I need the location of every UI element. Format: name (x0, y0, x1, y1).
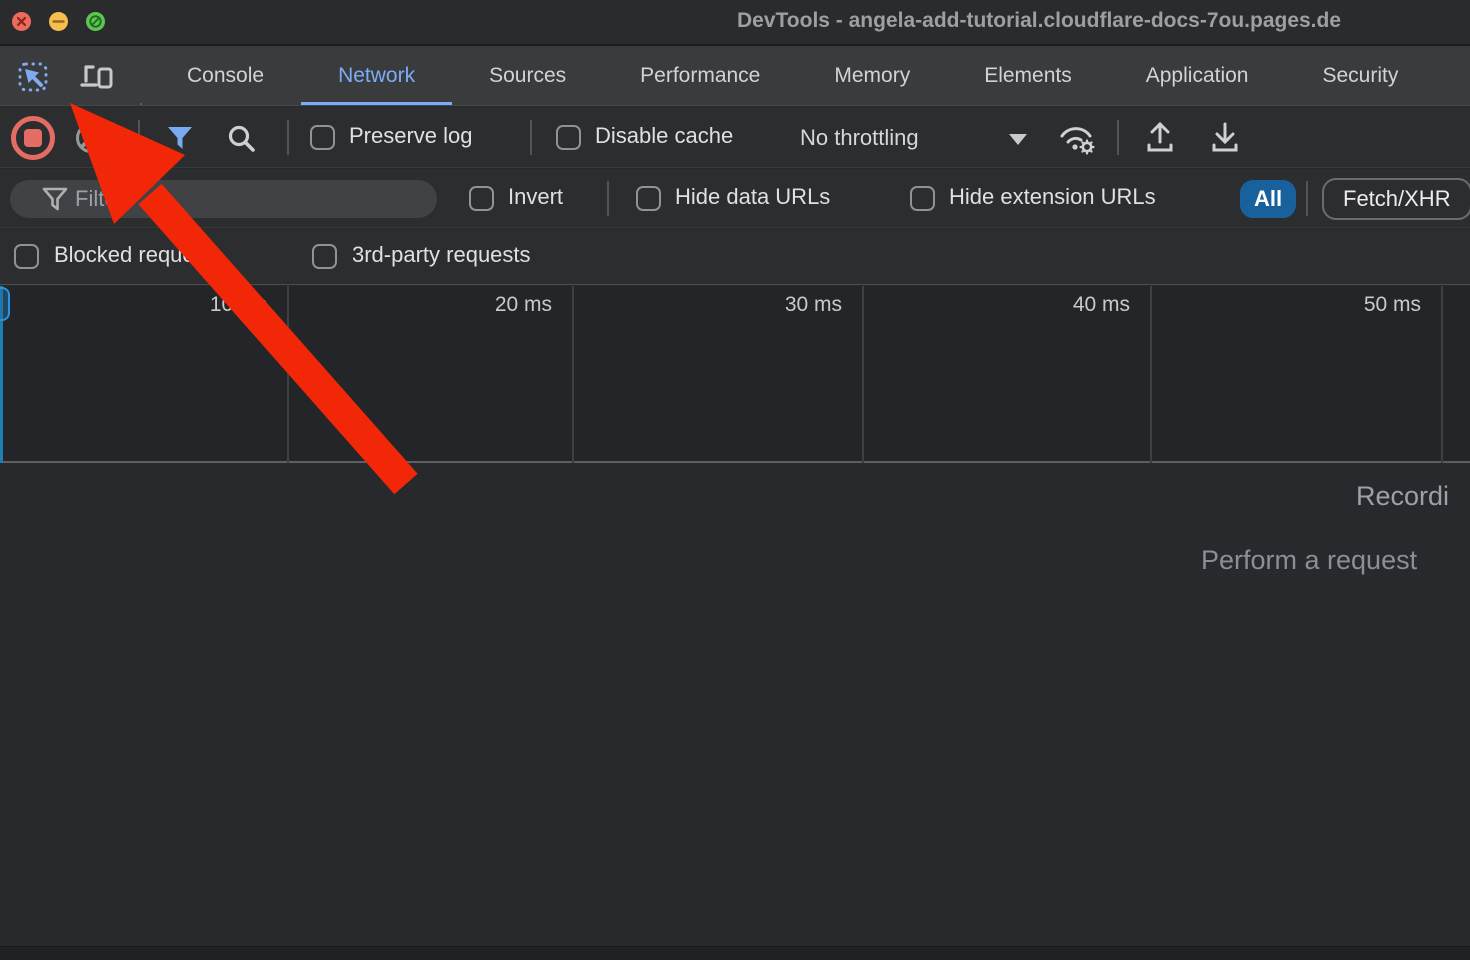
third-party-requests-checkbox[interactable] (312, 244, 337, 269)
network-filter-row: Invert Hide data URLs Hide extension URL… (0, 169, 1470, 228)
hide-extension-urls-checkbox[interactable] (910, 186, 935, 211)
devtools-tabbar: Console Network Sources Performance Memo… (0, 44, 1470, 106)
filter-separator (1306, 181, 1308, 216)
hide-extension-urls-label: Hide extension URLs (949, 184, 1156, 210)
export-har-button[interactable] (1208, 120, 1242, 161)
request-type-filter-all[interactable]: All (1240, 180, 1296, 218)
filter-toggle-button[interactable] (166, 125, 194, 156)
ruler-divider (1441, 286, 1443, 463)
window-title: DevTools - angela-add-tutorial.cloudflar… (737, 9, 1341, 33)
panel-tabs: Console Network Sources Performance Memo… (150, 46, 1435, 105)
minimize-window-button[interactable] (49, 12, 68, 31)
zoom-window-button[interactable] (86, 12, 105, 31)
recording-status-text: Recordi (1356, 481, 1449, 512)
disable-cache-checkbox[interactable] (556, 125, 581, 150)
tab-performance[interactable]: Performance (603, 46, 797, 105)
toolbar-separator (1117, 120, 1119, 155)
toolbar-separator (530, 120, 532, 155)
record-stop-icon (24, 129, 42, 147)
request-table-empty-area: Recordi Perform a request (0, 465, 1470, 946)
invert-filter-label: Invert (508, 184, 563, 210)
third-party-requests-label: 3rd-party requests (352, 242, 531, 268)
download-icon (1208, 120, 1242, 156)
ruler-divider (862, 286, 864, 463)
ruler-tick-label: 10 ms (157, 293, 267, 317)
overview-scrubber-handle[interactable] (0, 287, 10, 321)
inspect-cursor-icon (16, 60, 50, 94)
device-toolbar-button[interactable] (79, 61, 113, 95)
close-icon (12, 12, 31, 31)
tab-console[interactable]: Console (150, 46, 301, 105)
window-bottom-edge (0, 946, 1470, 960)
tab-elements[interactable]: Elements (947, 46, 1109, 105)
clear-network-log-button[interactable] (76, 123, 106, 153)
empty-state-hint-text: Perform a request (1201, 545, 1417, 576)
chevron-down-icon[interactable] (1009, 134, 1027, 145)
filter-separator (607, 181, 609, 216)
toolbar-separator (287, 120, 289, 155)
blocked-requests-label: Blocked requests (54, 242, 223, 268)
hide-data-urls-checkbox[interactable] (636, 186, 661, 211)
close-window-button[interactable] (12, 12, 31, 31)
network-conditions-button[interactable] (1058, 122, 1098, 161)
import-har-button[interactable] (1143, 120, 1177, 161)
funnel-filter-icon (166, 125, 194, 151)
funnel-outline-icon (42, 187, 68, 211)
preserve-log-checkbox[interactable] (310, 125, 335, 150)
preserve-log-label: Preserve log (349, 123, 473, 149)
invert-filter-checkbox[interactable] (469, 186, 494, 211)
ruler-tick-label: 20 ms (442, 293, 552, 317)
tab-security[interactable]: Security (1285, 46, 1435, 105)
more-filters-row: Blocked requests 3rd-party requests (0, 229, 1470, 285)
filter-input[interactable] (75, 182, 415, 216)
minimize-icon (49, 12, 68, 31)
tab-memory[interactable]: Memory (797, 46, 947, 105)
wifi-gear-icon (1058, 122, 1098, 156)
filter-input-container (10, 180, 437, 218)
ruler-tick-label: 30 ms (732, 293, 842, 317)
fullscreen-icon (86, 12, 105, 31)
network-overview-ruler: 10 ms 20 ms 30 ms 40 ms 50 ms (0, 286, 1470, 463)
ruler-divider (572, 286, 574, 463)
ruler-tick-label: 50 ms (1311, 293, 1421, 317)
throttling-dropdown[interactable]: No throttling (800, 107, 919, 168)
search-button[interactable] (226, 123, 258, 160)
ruler-divider (1150, 286, 1152, 463)
inspect-element-button[interactable] (16, 60, 50, 94)
blocked-requests-checkbox[interactable] (14, 244, 39, 269)
hide-data-urls-label: Hide data URLs (675, 184, 830, 210)
upload-icon (1143, 120, 1177, 156)
tab-network[interactable]: Network (301, 46, 452, 105)
tab-sources[interactable]: Sources (452, 46, 603, 105)
toolbar-separator (138, 120, 140, 155)
tab-application[interactable]: Application (1109, 46, 1286, 105)
titlebar: DevTools - angela-add-tutorial.cloudflar… (0, 0, 1470, 44)
disable-cache-label: Disable cache (595, 123, 733, 149)
tabbar-separator (140, 103, 142, 106)
search-icon (226, 123, 258, 155)
device-toolbar-icon (79, 61, 115, 93)
ruler-divider (287, 286, 289, 463)
request-type-filter-fetch-xhr[interactable]: Fetch/XHR (1322, 178, 1470, 220)
ruler-tick-label: 40 ms (1020, 293, 1130, 317)
record-network-log-button[interactable] (11, 116, 55, 160)
network-toolbar: Preserve log Disable cache No throttling (0, 107, 1470, 168)
